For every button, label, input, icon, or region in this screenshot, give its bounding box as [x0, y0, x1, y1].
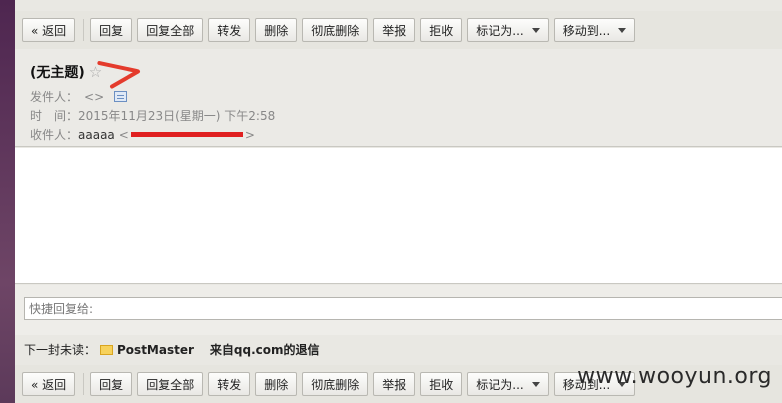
reply-button[interactable]: 回复 [90, 18, 133, 42]
next-unread-sender[interactable]: PostMaster [117, 343, 194, 357]
toolbar-divider [83, 19, 85, 41]
to-row: 收件人： aaaaa < > [30, 126, 255, 143]
top-toolbar: « 返回 回复 回复全部 转发 删除 彻底删除 举报 拒收 标记为... 移动到… [15, 11, 782, 49]
to-bracket-open: < [118, 127, 129, 142]
mail-subject-row: (无主题) ☆ [30, 62, 102, 82]
envelope-icon [100, 344, 114, 355]
reply-all-button[interactable]: 回复全部 [137, 18, 204, 42]
to-bracket-close: > [244, 127, 255, 142]
chevron-down-icon [531, 381, 540, 387]
toolbar-divider [83, 373, 85, 395]
next-unread-label: 下一封未读： [24, 343, 97, 357]
delete-permanently-button[interactable]: 彻底删除 [302, 18, 369, 42]
annotation-arrow [109, 68, 141, 90]
time-value: 2015年11月23日(星期一) 下午2:58 [78, 109, 276, 123]
mail-reader-panel: « 返回 回复 回复全部 转发 删除 彻底删除 举报 拒收 标记为... 移动到… [15, 0, 782, 403]
mail-subject: (无主题) [30, 65, 85, 81]
delete-button[interactable]: 删除 [255, 372, 298, 396]
to-name[interactable]: aaaaa [78, 128, 115, 142]
contact-card-icon[interactable] [114, 91, 128, 102]
forward-button[interactable]: 转发 [208, 18, 251, 42]
chevron-down-icon [618, 27, 627, 33]
reply-all-button[interactable]: 回复全部 [137, 372, 204, 396]
to-label: 收件人： [30, 128, 79, 142]
mark-as-dropdown[interactable]: 标记为... [467, 372, 549, 396]
reply-button[interactable]: 回复 [90, 372, 133, 396]
quick-reply-area: 快捷回复给: [15, 285, 782, 335]
window-left-edge [0, 0, 15, 403]
forward-button[interactable]: 转发 [208, 372, 251, 396]
back-button[interactable]: « 返回 [22, 18, 76, 42]
time-label: 时 间： [30, 109, 79, 123]
reject-button[interactable]: 拒收 [420, 372, 463, 396]
chevron-down-icon [531, 27, 540, 33]
mark-as-dropdown[interactable]: 标记为... [467, 18, 549, 42]
time-row: 时 间： 2015年11月23日(星期一) 下午2:58 [30, 107, 275, 124]
mark-as-label: 标记为... [476, 23, 524, 38]
delete-permanently-button[interactable]: 彻底删除 [302, 372, 369, 396]
delete-button[interactable]: 删除 [255, 18, 298, 42]
mark-as-label: 标记为... [476, 377, 524, 392]
mail-body [15, 148, 782, 284]
back-button[interactable]: « 返回 [22, 372, 76, 396]
report-button[interactable]: 举报 [373, 372, 416, 396]
watermark: www.wooyun.org [577, 364, 772, 389]
star-icon[interactable]: ☆ [89, 63, 102, 81]
from-address[interactable]: <> [84, 90, 104, 104]
next-unread-row: 下一封未读： PostMaster 来自qq.com的退信 [24, 341, 320, 358]
report-button[interactable]: 举报 [373, 18, 416, 42]
reject-button[interactable]: 拒收 [420, 18, 463, 42]
from-label: 发件人： [30, 90, 79, 104]
next-unread-subject[interactable]: 来自qq.com的退信 [210, 341, 320, 358]
quick-reply-input[interactable]: 快捷回复给: [24, 297, 782, 320]
mail-header: (无主题) ☆ 发件人： <> 时 间： 2015年11月23日(星期一) 下午… [15, 49, 782, 147]
move-to-label: 移动到... [562, 23, 611, 38]
from-row: 发件人： <> [30, 88, 128, 105]
move-to-dropdown[interactable]: 移动到... [553, 18, 636, 42]
redaction-mark [130, 132, 243, 137]
